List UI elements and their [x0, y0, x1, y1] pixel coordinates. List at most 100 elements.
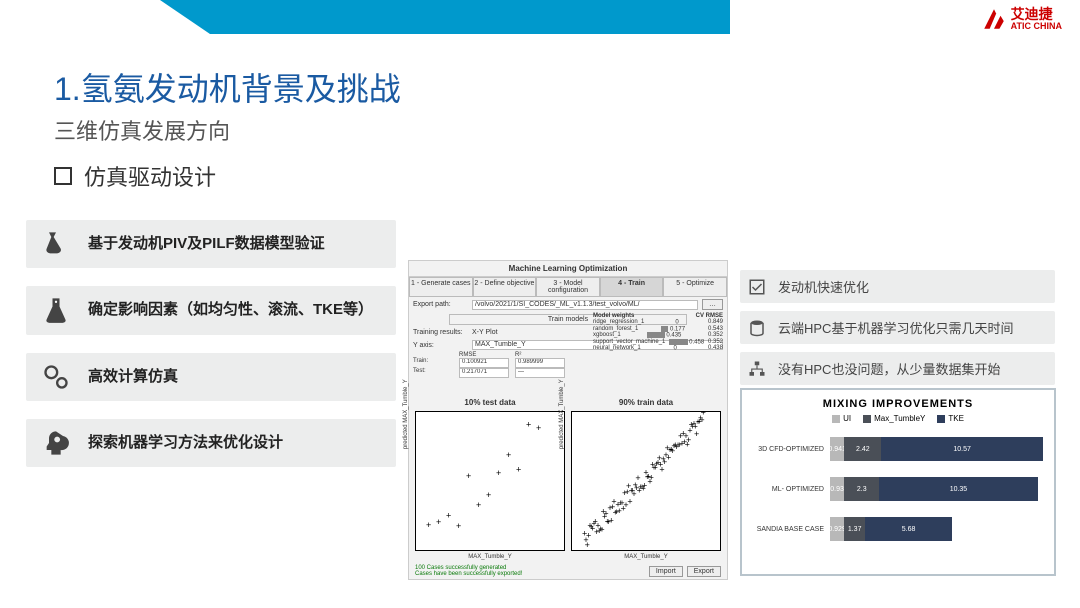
card-text: 高效计算仿真 [88, 367, 178, 387]
bar-track: 0.9412.4210.57 [830, 437, 1044, 461]
ml-tab-objective[interactable]: 2 - Define objective [473, 277, 537, 297]
test-rmse-value: 0.217071 [459, 368, 509, 378]
import-button[interactable]: Import [649, 566, 683, 577]
legend-label-tke: TKE [948, 414, 964, 423]
scatter-test-title: 10% test data [416, 398, 564, 407]
ml-tab-generate[interactable]: 1 - Generate cases [409, 277, 473, 297]
model-row: xgboost_1 0.4350.352 [593, 332, 723, 339]
ml-footer-status: 100 Cases successfully generated Cases h… [415, 565, 522, 577]
scatter-test: 10% test data predicted MAX_Tumble_Y MAX… [415, 411, 565, 551]
bullet-text: 仿真驱动设计 [84, 160, 216, 192]
header-bar [210, 0, 730, 34]
flask-pour-icon [42, 230, 70, 258]
svg-text:+: + [585, 540, 590, 550]
page-subtitle: 三维仿真发展方向 [54, 114, 230, 146]
bar-category-label: 3D CFD-OPTIMIZED [752, 446, 830, 453]
ml-optimization-window: Machine Learning Optimization 1 - Genera… [408, 260, 728, 580]
svg-text:+: + [694, 429, 699, 439]
svg-text:+: + [466, 471, 471, 481]
bar-segment: 10.57 [881, 437, 1043, 461]
scatter-xlabel: MAX_Tumble_Y [572, 554, 720, 560]
train-r2-value: 0.989999 [515, 358, 565, 368]
rcard-cloud-hpc: 云端HPC基于机器学习优化只需几天时间 [740, 311, 1055, 344]
svg-text:+: + [496, 468, 501, 478]
bar-track: 0.932.310.35 [830, 477, 1044, 501]
scatter-charts: 10% test data predicted MAX_Tumble_Y MAX… [415, 411, 721, 551]
model-weights-table: Model weightsCV RMSE ridge_regression_1 … [593, 313, 723, 352]
card-text: 探索机器学习方法来优化设计 [88, 433, 283, 453]
model-row: neural_network_1 00.438 [593, 345, 723, 352]
bar-segment: 10.35 [879, 477, 1037, 501]
svg-text:+: + [526, 420, 531, 430]
rcard-fast-opt: 发动机快速优化 [740, 270, 1055, 303]
svg-text:+: + [486, 490, 491, 500]
svg-text:+: + [649, 473, 654, 483]
training-results-label: Training results: [413, 329, 468, 336]
bar-segment: 0.929 [830, 517, 844, 541]
svg-text:+: + [436, 517, 441, 527]
export-label: Export path: [413, 301, 468, 308]
bar-segment: 1.37 [844, 517, 865, 541]
legend-swatch-ui [832, 415, 840, 423]
rcard-text: 云端HPC基于机器学习优化只需几天时间 [778, 321, 1013, 336]
svg-text:+: + [426, 520, 431, 530]
header-triangle [160, 0, 210, 34]
bar-track: 0.9291.375.68 [830, 517, 1044, 541]
status-line-2: Cases have been successfully exported! [415, 571, 522, 577]
export-button[interactable]: Export [687, 566, 721, 577]
rcard-text: 发动机快速优化 [778, 280, 869, 295]
chart-title: MIXING IMPROVEMENTS [752, 398, 1044, 410]
rcard-no-hpc: 没有HPC也没问题，从少量数据集开始 [740, 352, 1055, 385]
gears-icon [42, 363, 70, 391]
yaxis-label: Y axis: [413, 342, 468, 349]
page-title: 1.氢氨发动机背景及挑战 [54, 64, 401, 110]
checkbox-icon [748, 278, 766, 296]
test-row-label: Test: [413, 368, 453, 378]
train-rmse-value: 0.100921 [459, 358, 509, 368]
scatter-train: 90% train data predicted MAX_Tumble_Y MA… [571, 411, 721, 551]
ml-window-title: Machine Learning Optimization [409, 261, 727, 277]
export-path-row: Export path: /volvo/2021/1/SI_CODES/_ML_… [409, 297, 727, 312]
database-icon [748, 319, 766, 337]
brain-gear-icon [42, 429, 70, 457]
bar-category-label: SANDIA BASE CASE [752, 526, 830, 533]
right-card-column: 发动机快速优化 云端HPC基于机器学习优化只需几天时间 没有HPC也没问题，从少… [740, 270, 1055, 393]
bullet-square-icon [54, 167, 72, 185]
model-row: support_vector_machine_1 0.4580.352 [593, 339, 723, 346]
svg-text:+: + [446, 511, 451, 521]
scatter-xlabel: MAX_Tumble_Y [416, 554, 564, 560]
svg-text:+: + [506, 450, 511, 460]
left-card-column: 基于发动机PIV及PILF数据模型验证 确定影响因素（如均匀性、滚流、TKE等）… [26, 220, 396, 485]
bar-segment: 5.68 [865, 517, 952, 541]
svg-text:+: + [516, 465, 521, 475]
logo-cn: 艾迪捷 [1011, 7, 1062, 21]
card-text: 确定影响因素（如均匀性、滚流、TKE等） [88, 300, 373, 320]
bar-segment: 0.941 [830, 437, 844, 461]
hierarchy-icon [748, 360, 766, 378]
bar-row: SANDIA BASE CASE0.9291.375.68 [752, 513, 1044, 545]
ml-wizard-tabs: 1 - Generate cases 2 - Define objective … [409, 277, 727, 297]
card-text: 基于发动机PIV及PILF数据模型验证 [88, 234, 325, 254]
rmse-grid: RMSER² Train:0.1009210.989999 Test:0.217… [409, 352, 727, 378]
bullet-heading: 仿真驱动设计 [54, 160, 216, 192]
rcard-text: 没有HPC也没问题，从少量数据集开始 [778, 362, 1000, 377]
export-path-input[interactable]: /volvo/2021/1/SI_CODES/_ML_v1.1.3/test_v… [472, 300, 698, 310]
scatter-ylabel: predicted MAX_Tumble_Y [403, 379, 409, 449]
bar-segment: 2.42 [844, 437, 881, 461]
ml-tab-optimize[interactable]: 5 - Optimize [663, 277, 727, 297]
svg-text:+: + [701, 412, 706, 417]
legend-label-ui: UI [843, 414, 851, 423]
svg-text:+: + [686, 435, 691, 445]
logo-en: ATIC CHINA [1011, 21, 1062, 31]
brand-logo: 艾迪捷 ATIC CHINA [981, 6, 1062, 32]
beaker-icon [42, 296, 70, 324]
card-piv-pilf: 基于发动机PIV及PILF数据模型验证 [26, 220, 396, 268]
ml-tab-config[interactable]: 3 - Model configuration [536, 277, 600, 297]
model-row: ridge_regression_1 00.849 [593, 319, 723, 326]
ml-tab-train[interactable]: 4 - Train [600, 277, 664, 297]
svg-text:+: + [536, 423, 541, 433]
path-browse-button[interactable]: … [702, 299, 723, 310]
scatter-train-title: 90% train data [572, 398, 720, 407]
bar-category-label: ML- OPTIMIZED [752, 486, 830, 493]
legend-swatch-tumble [863, 415, 871, 423]
